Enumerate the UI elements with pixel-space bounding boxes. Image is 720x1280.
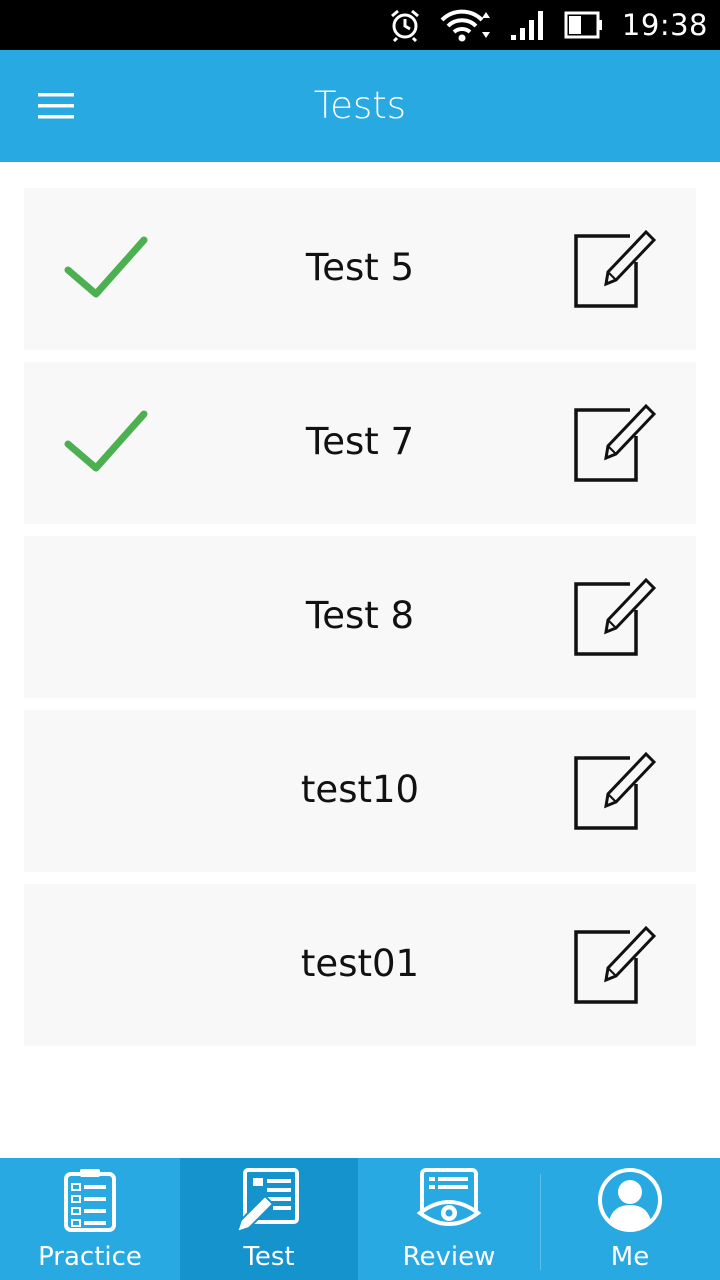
- signal-icon: [510, 9, 546, 41]
- nav-label: Me: [610, 1242, 650, 1272]
- nav-label: Test: [243, 1242, 295, 1272]
- test-list-item[interactable]: Test 5: [24, 188, 696, 350]
- edit-icon[interactable]: [572, 402, 662, 486]
- nav-tab-practice[interactable]: Practice: [0, 1158, 180, 1280]
- nav-tab-review[interactable]: Review: [358, 1158, 540, 1280]
- nav-label: Review: [402, 1242, 496, 1272]
- battery-icon: [564, 10, 604, 40]
- test-list-item[interactable]: test10: [24, 710, 696, 872]
- screen: 19:38 Tests Test 5 Test 7 Test 8 test10 …: [0, 0, 720, 1280]
- profile-icon: [598, 1168, 662, 1232]
- app-bar: Tests: [0, 50, 720, 162]
- test-list-item[interactable]: Test 7: [24, 362, 696, 524]
- alarm-icon: [388, 8, 422, 42]
- nav-label: Practice: [38, 1242, 142, 1272]
- wifi-icon: [440, 8, 492, 42]
- test-list-item[interactable]: test01: [24, 884, 696, 1046]
- page-title: Tests: [313, 84, 407, 127]
- test-pen-icon: [235, 1168, 299, 1234]
- edit-icon[interactable]: [572, 750, 662, 834]
- nav-divider: [540, 1174, 541, 1270]
- edit-icon[interactable]: [572, 924, 662, 1008]
- test-list-item[interactable]: Test 8: [24, 536, 696, 698]
- bottom-nav: Practice Test Review Me: [0, 1158, 720, 1280]
- eye-icon: [416, 1168, 482, 1226]
- test-list: Test 5 Test 7 Test 8 test10 test01: [24, 188, 696, 1058]
- status-bar: 19:38: [0, 0, 720, 50]
- edit-icon[interactable]: [572, 228, 662, 312]
- edit-icon[interactable]: [572, 576, 662, 660]
- nav-tab-test[interactable]: Test: [180, 1158, 358, 1280]
- checklist-icon: [64, 1169, 116, 1232]
- status-time: 19:38: [621, 8, 708, 42]
- nav-tab-me[interactable]: Me: [540, 1158, 720, 1280]
